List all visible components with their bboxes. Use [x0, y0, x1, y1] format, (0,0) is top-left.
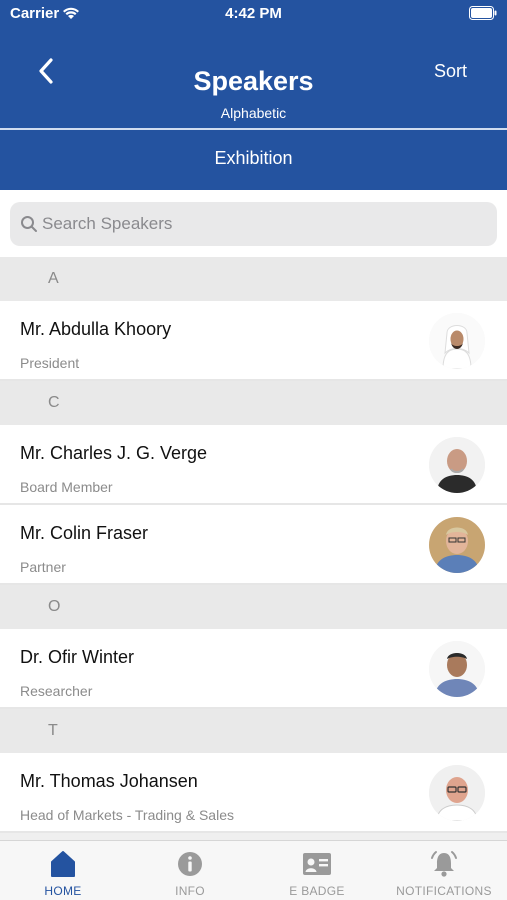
- speaker-avatar: [429, 517, 485, 573]
- section-header-c: C: [0, 381, 507, 425]
- speaker-role: Researcher: [20, 683, 93, 699]
- page-title: Speakers: [193, 66, 314, 96]
- badge-icon: [303, 853, 331, 875]
- speaker-list: A Mr. Abdulla Khoory President C Mr. Cha…: [0, 257, 507, 833]
- search-icon: [21, 216, 37, 232]
- speaker-row[interactable]: Mr. Colin Fraser Partner: [0, 505, 507, 585]
- tab-e-badge-label: E BADGE: [289, 884, 345, 898]
- speaker-avatar: [429, 437, 485, 493]
- tab-e-badge[interactable]: E BADGE: [254, 841, 380, 900]
- clock: 4:42 PM: [225, 5, 282, 22]
- speaker-name: Mr. Colin Fraser: [20, 523, 149, 543]
- speaker-role: President: [20, 355, 80, 371]
- header-divider: [0, 128, 507, 130]
- speaker-row[interactable]: Mr. Charles J. G. Verge Board Member: [0, 425, 507, 505]
- info-icon: [178, 852, 202, 876]
- section-header-t: T: [0, 709, 507, 753]
- tab-info[interactable]: INFO: [127, 841, 253, 900]
- search-input[interactable]: [42, 202, 482, 246]
- tab-info-label: INFO: [175, 884, 205, 898]
- search-bar[interactable]: [10, 202, 497, 246]
- battery-icon: [469, 6, 497, 20]
- speaker-name: Mr. Thomas Johansen: [20, 771, 198, 791]
- speaker-row[interactable]: Mr. Thomas Johansen Head of Markets - Tr…: [0, 753, 507, 833]
- speaker-avatar: [429, 313, 485, 369]
- tab-home-label: HOME: [44, 884, 82, 898]
- speaker-name: Mr. Abdulla Khoory: [20, 319, 172, 339]
- speaker-role: Board Member: [20, 479, 113, 495]
- section-header-o: O: [0, 585, 507, 629]
- tab-notifications[interactable]: NOTIFICATIONS: [381, 841, 507, 900]
- home-icon: [51, 851, 75, 877]
- nav-header: Carrier 4:42 PM Speakers Alphabetic Sort…: [0, 0, 507, 190]
- speaker-row[interactable]: Mr. Abdulla Khoory President: [0, 301, 507, 381]
- sort-button[interactable]: Sort: [434, 61, 467, 82]
- speaker-name: Dr. Ofir Winter: [20, 647, 135, 667]
- status-bar: Carrier 4:42 PM: [0, 0, 507, 28]
- tab-notifications-label: NOTIFICATIONS: [396, 884, 492, 898]
- speaker-row[interactable]: Dr. Ofir Winter Researcher: [0, 629, 507, 709]
- section-header-a: A: [0, 257, 507, 301]
- speaker-name: Mr. Charles J. G. Verge: [20, 443, 208, 463]
- page-subtitle: Alphabetic: [220, 105, 287, 121]
- bell-icon: [431, 851, 457, 877]
- tab-bar: HOME INFO E BADGE NOTIFICATIONS: [0, 840, 507, 900]
- speaker-role: Partner: [20, 559, 66, 575]
- speaker-avatar: [429, 765, 485, 821]
- speaker-avatar: [429, 641, 485, 697]
- search-bar-container: [0, 190, 507, 257]
- exhibition-filter[interactable]: Exhibition: [0, 148, 507, 169]
- tab-home[interactable]: HOME: [0, 841, 126, 900]
- speaker-role: Head of Markets - Trading & Sales: [20, 807, 234, 823]
